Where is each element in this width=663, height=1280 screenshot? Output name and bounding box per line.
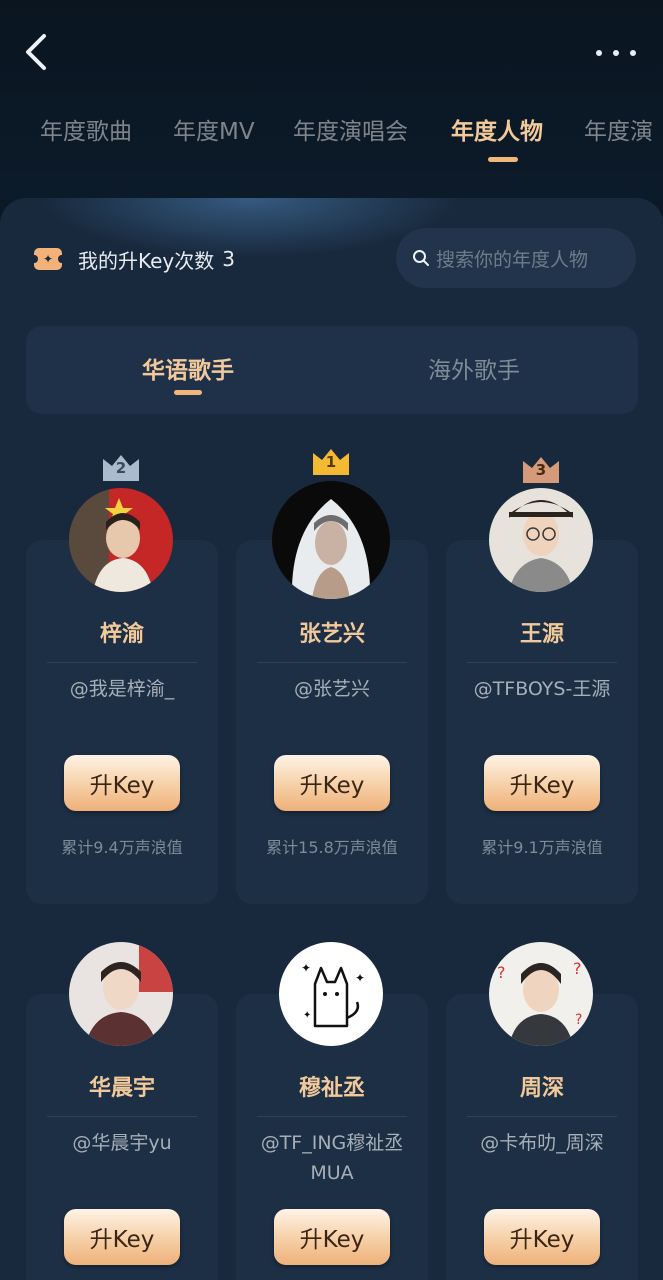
- svg-text:✦: ✦: [301, 961, 311, 975]
- card-divider: [257, 1116, 407, 1117]
- year-tabs: 年度歌曲 年度MV 年度演唱会 年度人物 年度演: [0, 112, 663, 162]
- singer-name: 王源: [519, 622, 564, 647]
- singer-handle[interactable]: @华晨宇yu: [36, 1128, 208, 1158]
- avatar[interactable]: [69, 488, 173, 592]
- card-divider: [47, 662, 197, 663]
- singer-handle[interactable]: @TF_ING穆祉丞MUA: [246, 1128, 418, 1188]
- segment-active-indicator: [174, 390, 202, 395]
- singer-name: 穆祉丞: [298, 1076, 365, 1101]
- total-score: 累计9.4万声浪值: [61, 838, 183, 857]
- search-placeholder: 搜索你的年度人物: [436, 248, 589, 271]
- card-divider: [467, 1116, 617, 1117]
- svg-text:?: ?: [497, 963, 506, 982]
- rank-number: 1: [325, 453, 337, 471]
- ticket-icon: ✦: [31, 248, 65, 270]
- singer-handle[interactable]: @我是梓渝_: [36, 674, 208, 704]
- search-input[interactable]: 搜索你的年度人物: [396, 228, 636, 288]
- avatar[interactable]: [489, 488, 593, 592]
- singer-handle[interactable]: @张艺兴: [246, 674, 418, 704]
- avatar[interactable]: [69, 942, 173, 1046]
- tab-people[interactable]: 年度人物: [451, 112, 543, 146]
- singer-name: 华晨宇: [88, 1076, 155, 1101]
- singer-handle[interactable]: @TFBOYS-王源: [456, 674, 628, 704]
- back-arrow-icon[interactable]: [20, 32, 56, 72]
- svg-text:✦: ✦: [355, 971, 365, 985]
- top-header: 年度歌曲 年度MV 年度演唱会 年度人物 年度演: [0, 0, 663, 200]
- singer-name: 张艺兴: [298, 622, 365, 647]
- upgrade-key-button[interactable]: 升Key: [64, 755, 180, 811]
- singer-handle[interactable]: @卡布叻_周深: [456, 1128, 628, 1158]
- singer-region-switch: 华语歌手 海外歌手: [26, 326, 638, 414]
- rank-number: 3: [535, 461, 547, 479]
- segment-chinese-singers[interactable]: 华语歌手: [138, 351, 238, 385]
- card-divider: [467, 662, 617, 663]
- avatar[interactable]: ✦ ✦ ✦: [279, 942, 383, 1046]
- search-icon: [413, 250, 429, 266]
- upgrade-key-button[interactable]: 升Key: [484, 755, 600, 811]
- key-count-label: 我的升Key次数: [78, 248, 215, 273]
- key-count-row: ✦ 我的升Key次数 3: [31, 243, 235, 275]
- singer-name: 梓渝: [99, 622, 144, 647]
- upgrade-key-button[interactable]: 升Key: [484, 1209, 600, 1265]
- rank-number: 2: [115, 459, 127, 477]
- avatar[interactable]: [272, 481, 390, 599]
- upgrade-key-button[interactable]: 升Key: [64, 1209, 180, 1265]
- tab-songs[interactable]: 年度歌曲: [40, 112, 132, 146]
- avatar[interactable]: ? ? ?: [489, 942, 593, 1046]
- total-score: 累计15.8万声浪值: [266, 838, 398, 857]
- total-score: 累计9.1万声浪值: [481, 838, 603, 857]
- singer-name: 周深: [519, 1076, 564, 1101]
- content-panel: ✦ 我的升Key次数 3 搜索你的年度人物 华语歌手 海外歌手 2 梓渝 @我是…: [0, 198, 663, 1280]
- svg-text:?: ?: [575, 1012, 582, 1028]
- svg-text:✦: ✦: [303, 1010, 311, 1021]
- card-divider: [257, 662, 407, 663]
- segment-overseas-singers[interactable]: 海外歌手: [424, 351, 524, 385]
- key-count-value: 3: [222, 247, 235, 271]
- upgrade-key-button[interactable]: 升Key: [274, 755, 390, 811]
- card-divider: [47, 1116, 197, 1117]
- svg-text:?: ?: [573, 959, 582, 978]
- tab-shows[interactable]: 年度演: [584, 112, 653, 146]
- upgrade-key-button[interactable]: 升Key: [274, 1209, 390, 1265]
- more-dots-icon[interactable]: [590, 40, 642, 66]
- tab-mv[interactable]: 年度MV: [173, 112, 255, 146]
- tab-active-indicator: [488, 157, 518, 162]
- tab-concerts[interactable]: 年度演唱会: [293, 112, 408, 146]
